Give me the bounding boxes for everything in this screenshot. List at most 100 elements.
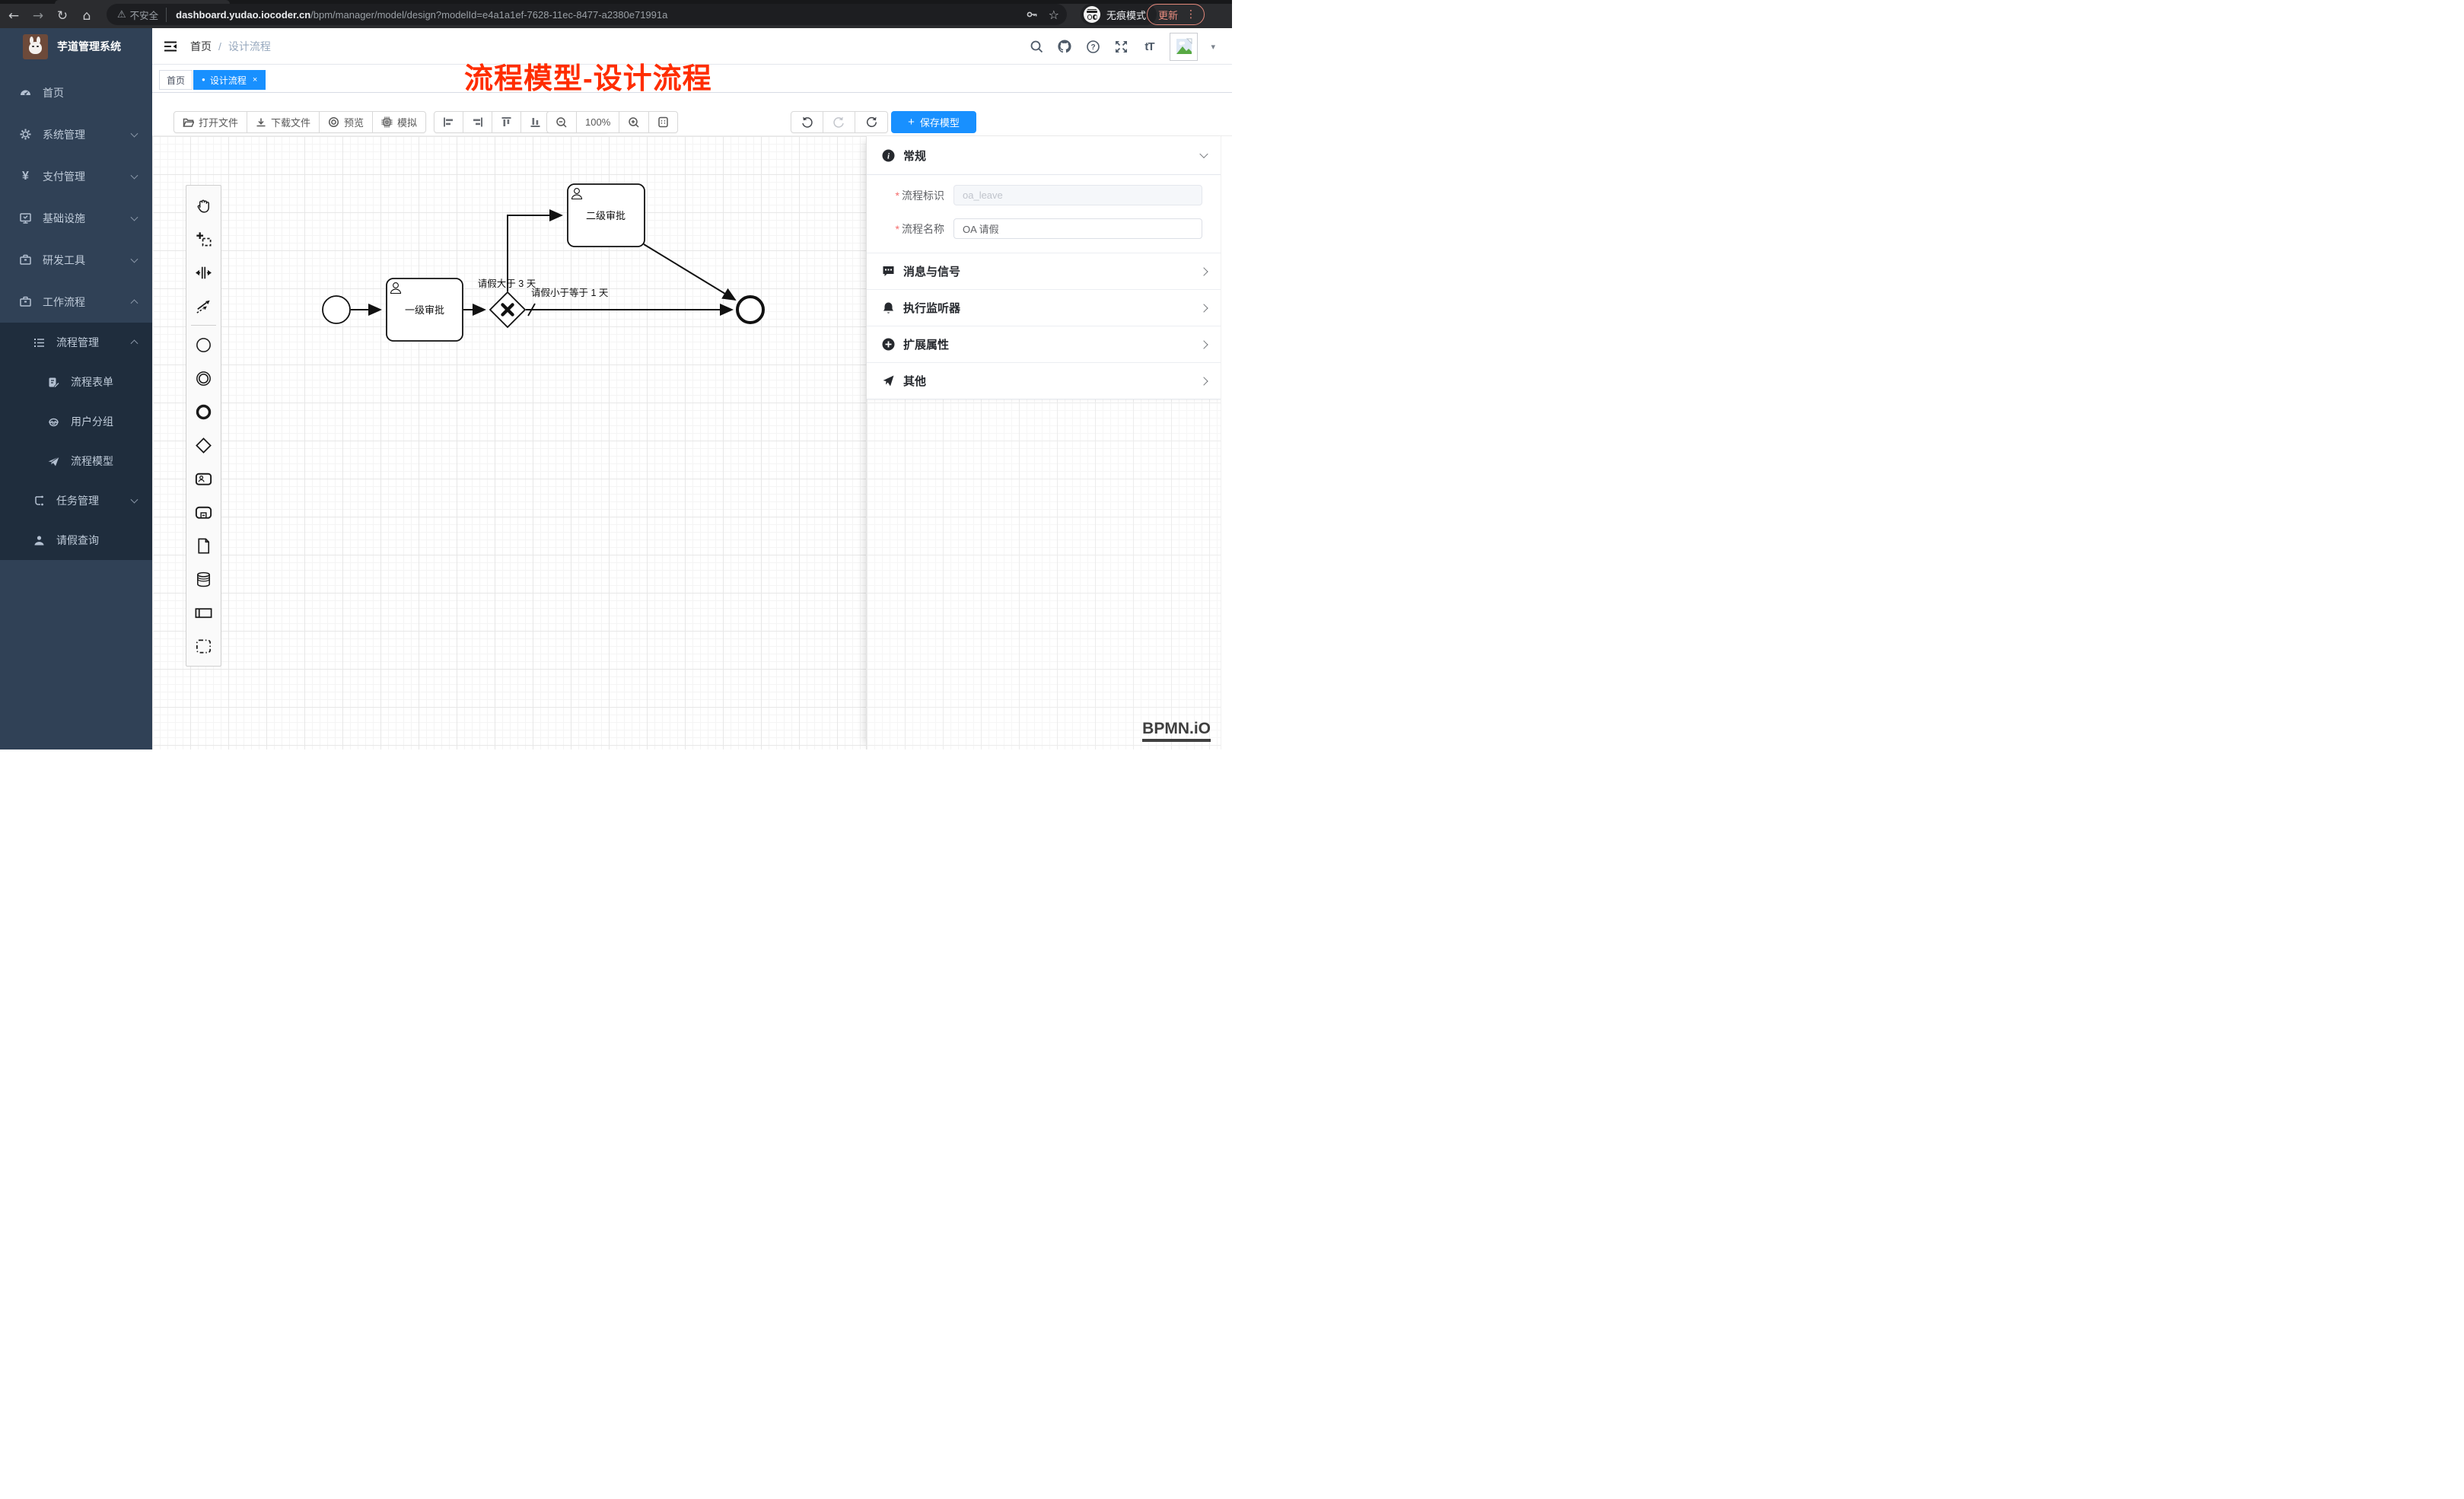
panel-scrollbar-gutter[interactable]: [1221, 136, 1232, 750]
button-label: 预览: [344, 115, 364, 129]
flow-icon: [33, 495, 46, 508]
tab-label: 设计流程: [210, 74, 247, 87]
bpmn-io-logo[interactable]: BPMN.iO: [1142, 720, 1211, 742]
sidebar-item-leave-query[interactable]: 请假查询: [0, 520, 152, 560]
section-general[interactable]: i 常规: [867, 136, 1221, 174]
task-level2-approve[interactable]: 二级审批: [568, 184, 645, 247]
form-edit-icon: [47, 376, 60, 389]
breadcrumb: 首页 / 设计流程: [190, 28, 271, 65]
fullscreen-icon[interactable]: [1113, 39, 1129, 54]
zoom-in-button[interactable]: [619, 112, 649, 132]
section-other[interactable]: 其他: [867, 362, 1221, 399]
sidebar-item-infra[interactable]: 基础设施: [0, 197, 152, 239]
briefcase-icon: [19, 253, 32, 266]
process-key-input[interactable]: oa_leave: [953, 185, 1202, 205]
send-icon: [882, 374, 895, 387]
close-icon[interactable]: ×: [253, 75, 257, 84]
end-event[interactable]: [737, 297, 763, 323]
restart-button[interactable]: [855, 112, 887, 132]
section-extended-attrs[interactable]: 扩展属性: [867, 326, 1221, 362]
fit-viewport-button[interactable]: [649, 112, 677, 132]
sidebar-item-label: 系统管理: [43, 127, 85, 142]
field-process-key: *流程标识 oa_leave: [877, 185, 1202, 205]
section-message-signal[interactable]: 消息与信号: [867, 253, 1221, 289]
url-bar[interactable]: ⚠ 不安全 dashboard.yudao.iocoder.cn/bpm/man…: [107, 4, 1067, 25]
sidebar-item-payment[interactable]: ¥ 支付管理: [0, 155, 152, 197]
simulate-button[interactable]: 模拟: [373, 112, 425, 132]
task-level1-approve[interactable]: 一级审批: [387, 278, 463, 341]
sidebar-item-system[interactable]: 系统管理: [0, 113, 152, 155]
update-button[interactable]: 更新 ⋮: [1147, 4, 1205, 25]
search-icon[interactable]: [1029, 39, 1044, 54]
save-model-button[interactable]: + 保存模型: [891, 111, 976, 133]
preview-button[interactable]: 预览: [320, 112, 373, 132]
sidebar-logo[interactable]: 芋道管理系统: [0, 28, 152, 65]
security-chip[interactable]: ⚠ 不安全: [117, 8, 167, 22]
incognito-badge: 无痕模式: [1081, 4, 1157, 25]
breadcrumb-separator: /: [218, 40, 221, 53]
flow-task2-to-end[interactable]: [644, 244, 735, 300]
back-icon[interactable]: ←: [6, 8, 21, 24]
star-icon[interactable]: ☆: [1049, 8, 1059, 22]
yen-icon: ¥: [19, 170, 32, 183]
sidebar-item-process-model[interactable]: 流程模型: [0, 441, 152, 481]
sidebar-item-process-form[interactable]: 流程表单: [0, 362, 152, 402]
download-file-button[interactable]: 下载文件: [247, 112, 320, 132]
fontsize-icon[interactable]: tT: [1141, 39, 1157, 54]
paper-plane-icon: [47, 455, 60, 468]
dropdown-caret-icon[interactable]: ▾: [1211, 42, 1215, 52]
url-path: /bpm/manager/model/design?modelId=e4a1a1…: [310, 9, 667, 21]
exclusive-gateway[interactable]: [490, 292, 525, 327]
section-title: 常规: [903, 148, 926, 164]
undo-button[interactable]: [791, 112, 823, 132]
sidebar-collapse-icon[interactable]: [163, 39, 178, 54]
download-icon: [256, 117, 266, 128]
redo-button[interactable]: [823, 112, 855, 132]
sidebar-item-user-group[interactable]: 用户分组: [0, 402, 152, 441]
avatar[interactable]: [1170, 33, 1198, 61]
sidebar-item-label: 任务管理: [56, 493, 99, 508]
designer-toolbar: 打开文件 下载文件 预览 模拟 100%: [152, 93, 1232, 136]
zoom-level: 100%: [577, 112, 619, 132]
tab-design-process[interactable]: ● 设计流程 ×: [193, 70, 266, 90]
help-icon[interactable]: ?: [1085, 39, 1100, 54]
key-icon[interactable]: [1026, 8, 1038, 21]
zoom-out-button[interactable]: [547, 112, 577, 132]
align-right-button[interactable]: [463, 112, 492, 132]
section-execution-listener[interactable]: 执行监听器: [867, 289, 1221, 326]
sidebar-item-label: 流程表单: [71, 374, 113, 390]
redo-icon: [832, 116, 845, 129]
github-icon[interactable]: [1057, 39, 1072, 54]
align-left-icon: [443, 116, 454, 128]
list-tree-icon: [33, 336, 46, 349]
tab-label: 首页: [167, 74, 185, 87]
kebab-menu-icon[interactable]: ⋮: [1186, 8, 1196, 21]
tab-home[interactable]: 首页: [159, 70, 193, 90]
edge-label-lte1[interactable]: 请假小于等于 1 天: [531, 287, 609, 298]
chevron-down-icon: [131, 129, 138, 137]
start-event[interactable]: [323, 296, 350, 323]
required-mark: *: [896, 223, 899, 235]
sidebar-item-workflow[interactable]: 工作流程: [0, 281, 152, 323]
update-label: 更新: [1158, 8, 1178, 22]
sidebar-item-process-mgmt[interactable]: 流程管理: [0, 323, 152, 362]
breadcrumb-home[interactable]: 首页: [190, 39, 212, 54]
forward-icon[interactable]: →: [30, 8, 46, 24]
sidebar-item-devtools[interactable]: 研发工具: [0, 239, 152, 281]
sidebar-item-task-mgmt[interactable]: 任务管理: [0, 481, 152, 520]
monitor-icon: [19, 212, 32, 224]
align-left-button[interactable]: [435, 112, 463, 132]
sidebar: 芋道管理系统 首页 系统管理 ¥ 支付管理 基础设施: [0, 28, 152, 750]
person-icon: [33, 534, 46, 547]
url-text[interactable]: dashboard.yudao.iocoder.cn/bpm/manager/m…: [176, 9, 1025, 21]
reload-icon[interactable]: ↻: [55, 8, 70, 24]
process-name-input[interactable]: OA 请假: [953, 218, 1202, 239]
edge-label-gt3[interactable]: 请假大于 3 天: [478, 278, 536, 289]
sidebar-item-home[interactable]: 首页: [0, 72, 152, 113]
home-icon[interactable]: ⌂: [79, 8, 94, 24]
active-dot-icon: ●: [202, 77, 205, 83]
align-top-button[interactable]: [492, 112, 521, 132]
open-file-button[interactable]: 打开文件: [174, 112, 247, 132]
field-label: *流程名称: [877, 221, 953, 237]
section-title: 其他: [903, 373, 926, 389]
